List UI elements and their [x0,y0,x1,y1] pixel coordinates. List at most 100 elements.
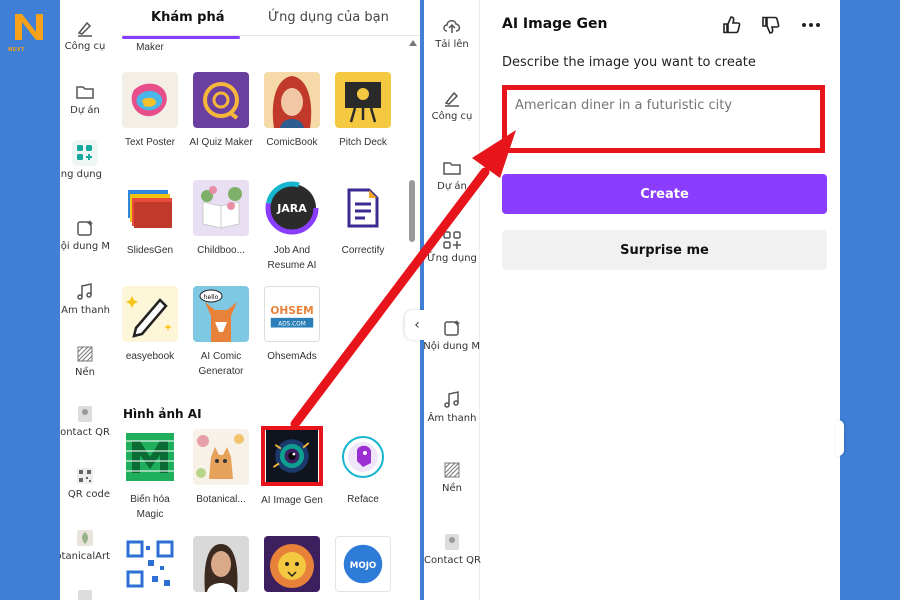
app-tile-label: Correctify [341,245,385,256]
ohsemads-thumb: OHSEM ADS.COM [264,286,320,342]
reface-thumb [335,429,391,485]
sidebar-item-label: Dự án [437,181,467,192]
thumbs-down-icon[interactable] [760,14,782,36]
create-button[interactable]: Create [502,174,827,214]
panel-edge-handle[interactable] [836,420,844,456]
music-icon [77,283,92,300]
comicbook-thumb [264,72,320,128]
app-tile-partial[interactable]: Maker [118,40,182,60]
sidebar-item-upload[interactable]: Tải lên [424,16,480,50]
app-tile-ai-comic-generator[interactable]: hello AI Comic Generator [189,286,253,379]
left-sidebar: Công cụ Dự án Ứng dụng Nội dung M... Âm … [60,0,110,600]
app-tile-slidesgen[interactable]: SlidesGen [118,180,182,258]
ai-quiz-thumb [193,72,249,128]
sidebar-item-background[interactable]: Nền [60,344,110,378]
prompt-input[interactable] [515,98,815,113]
app-tile-portrait[interactable] [189,536,253,592]
app-tile-mojo[interactable]: MOJO [331,536,395,592]
easyebook-thumb [122,286,178,342]
sidebar-item-label: Ứng dụng [60,169,102,180]
tab-your-apps[interactable]: Ứng dụng của bạn [268,10,389,25]
thumbs-up-icon[interactable] [721,14,743,36]
sidebar-item-projects[interactable]: Dự án [424,158,480,192]
sidebar-item-tools[interactable]: Công cụ [60,18,110,52]
app-icon [78,590,92,600]
mojo-logo-text: MOJO [350,561,377,571]
sidebar-item-tools[interactable]: Công cụ [424,88,480,122]
text-poster-thumb [122,72,178,128]
app-tile-botanical[interactable]: Botanical... [189,429,253,507]
ai-comic-thumb: hello [193,286,249,342]
qr-code-icon [77,468,93,484]
app-tile-ai-image-gen[interactable]: AI Image Gen [260,426,324,508]
app-tile-ohsemads[interactable]: OHSEM ADS.COM OhsemAds [260,286,324,364]
portrait-thumb [193,536,249,592]
magic-morph-thumb [122,429,178,485]
sidebar-item-label: Contact QR [424,555,481,566]
scroll-thumb[interactable] [409,180,415,242]
app-tile-label: AI Image Gen [261,495,323,506]
sidebar-item-contact-qr[interactable]: Contact QR [424,532,481,566]
slidesgen-thumb [122,180,178,236]
app-tile-reface[interactable]: Reface [331,429,395,507]
app-tile-easyebook[interactable]: easyebook [118,286,182,364]
jara-thumb: JARA [264,180,320,236]
app-tile-label: Reface [347,494,379,505]
app-tile-correctify[interactable]: Correctify [331,180,395,258]
sidebar-item-projects[interactable]: Dự án [60,82,110,116]
speech-bubble-text: hello [204,294,219,301]
sidebar-item-label: Dự án [70,105,100,116]
sidebar-item-magic-media[interactable]: Nội dung M... [424,318,480,352]
app-tile-lion[interactable] [260,536,324,592]
app-tile-text-poster[interactable]: Text Poster [118,72,182,150]
jara-logo-text: JARA [276,202,307,215]
app-tile-pitch-deck[interactable]: Pitch Deck [331,72,395,150]
sidebar-item-botanical-art[interactable]: BotanicalArt [60,528,110,562]
sidebar-item-label: Công cụ [64,41,106,52]
app-tile-childbook[interactable]: Childboo... [189,180,253,258]
more-icon[interactable] [800,14,822,36]
sidebar-item-background[interactable]: Nền [424,460,480,494]
mojo-thumb: MOJO [335,536,391,592]
pitch-deck-thumb [335,72,391,128]
app-tile-ai-quiz-maker[interactable]: AI Quiz Maker [189,72,253,150]
app-tile-label: AI Comic Generator [198,351,244,377]
app-tile-label: Pitch Deck [339,137,387,148]
sidebar-item-apps[interactable]: Ứng dụng [424,230,480,264]
app-tile-comicbook[interactable]: ComicBook [260,72,324,150]
sidebar-item-label: QR code [67,489,110,500]
apps-icon [72,140,98,166]
folder-icon [76,86,94,99]
background-icon [77,346,93,362]
app-tile-label: Botanical... [196,494,246,505]
upload-icon [443,20,461,33]
brand-logo-icon [15,14,43,40]
surprise-me-button[interactable]: Surprise me [502,230,827,270]
app-tile-label: Biến hóa Magic [130,494,170,520]
ai-image-gen-thumb [261,426,323,486]
sidebar-item-audio[interactable]: Âm thanh [424,390,480,424]
app-tile-qr[interactable] [118,536,182,592]
ai-image-gen-panel: Tải lên Công cụ Dự án Ứng dụng Nội dung … [424,0,840,600]
tab-bar: Khám phá Ứng dụng của bạn [122,0,420,36]
right-sidebar: Tải lên Công cụ Dự án Ứng dụng Nội dung … [424,0,481,600]
magic-media-icon [77,220,93,236]
tab-discover[interactable]: Khám phá [151,10,225,25]
sidebar-item-qr-code[interactable]: QR code [60,466,110,500]
sidebar-item-audio[interactable]: Âm thanh [60,282,110,316]
music-icon [444,391,459,408]
sidebar-item-label: Nền [442,483,462,494]
sidebar-item-apps[interactable]: Ứng dụng [60,140,110,180]
sidebar-item-magic-media[interactable]: Nội dung M... [60,218,110,252]
sidebar-item-contact-qr[interactable]: Contact QR [60,404,110,438]
scroll-up-icon[interactable] [409,40,417,46]
childbook-thumb [193,180,249,236]
chevron-left-icon: ‹ [414,317,420,333]
app-tile-jara[interactable]: JARA Job And Resume AI [260,180,324,273]
brand-name: NEXT [8,47,25,53]
app-tile-label: OhsemAds [267,351,317,362]
active-tab-indicator [122,36,240,39]
sidebar-item-label: Nền [75,367,95,378]
sidebar-item-more[interactable] [60,588,110,600]
app-tile-magic-morph[interactable]: Biến hóa Magic [118,429,182,522]
